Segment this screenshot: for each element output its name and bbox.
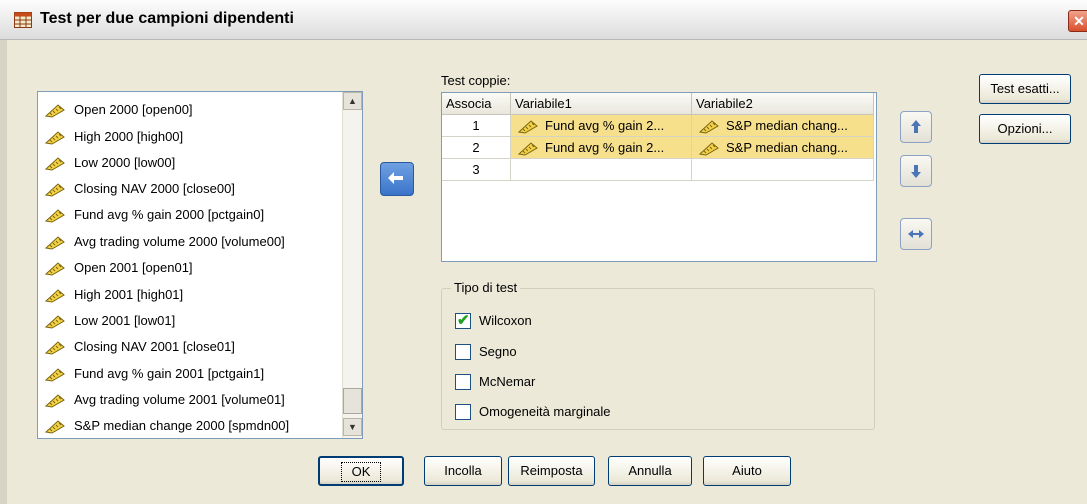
list-item-label: Low 2000 [low00] (74, 155, 176, 170)
list-item[interactable]: Low 2001 [low01] (44, 309, 175, 333)
cell-label: S&P median chang... (726, 140, 848, 155)
list-item[interactable]: S&P median change 2000 [spmdn00] (44, 414, 289, 438)
list-item-label: High 2001 [high01] (74, 287, 184, 302)
ruler-icon (44, 182, 65, 197)
ruler-icon (44, 103, 65, 118)
test-type-legend: Tipo di test (451, 280, 521, 295)
close-icon: ✕ (1073, 13, 1085, 29)
pair-number-cell[interactable]: 2 (442, 137, 511, 159)
ruler-icon (44, 367, 65, 382)
list-item-label: S&P median change 2000 [spmdn00] (74, 418, 290, 433)
list-item-label: Avg trading volume 2000 [volume00] (74, 234, 285, 249)
mcnemar-label[interactable]: McNemar (479, 374, 535, 389)
move-to-pairs-button[interactable] (380, 162, 414, 196)
ruler-icon (517, 119, 538, 134)
scroll-down-button[interactable]: ▼ (343, 418, 362, 436)
arrow-up-icon (911, 120, 921, 133)
pair-variable2-cell[interactable] (692, 159, 874, 181)
pair-variable1-cell[interactable]: Fund avg % gain 2... (511, 115, 692, 137)
wilcoxon-checkbox[interactable]: ✔ (455, 312, 471, 329)
ruler-icon (44, 235, 65, 250)
ruler-icon (698, 141, 719, 156)
close-button[interactable]: ✕ (1068, 10, 1087, 32)
ruler-icon (44, 208, 65, 223)
ruler-icon (517, 141, 538, 156)
list-item[interactable]: Fund avg % gain 2000 [pctgain0] (44, 203, 264, 227)
sign-label[interactable]: Segno (479, 344, 517, 359)
list-item[interactable]: High 2000 [high00] (44, 125, 183, 149)
checkmark-icon: ✔ (457, 312, 470, 329)
arrow-left-icon (388, 172, 403, 184)
list-item-label: Closing NAV 2001 [close01] (74, 339, 235, 354)
list-item[interactable]: Avg trading volume 2001 [volume01] (44, 388, 285, 412)
list-item-label: Low 2001 [low01] (74, 313, 176, 328)
list-item-label: Open 2000 [open00] (74, 102, 193, 117)
list-item-label: Avg trading volume 2001 [volume01] (74, 392, 285, 407)
cell-label: Fund avg % gain 2... (545, 140, 665, 155)
scroll-down-icon: ▼ (348, 422, 357, 432)
options-button[interactable]: Opzioni... (979, 114, 1071, 144)
title-bar: Test per due campioni dipendenti ✕ (0, 0, 1087, 40)
sign-checkbox[interactable] (455, 344, 471, 360)
list-item[interactable]: Fund avg % gain 2001 [pctgain1] (44, 362, 264, 386)
marginal-homogeneity-checkbox[interactable] (455, 404, 471, 420)
ruler-icon (44, 419, 65, 434)
ok-button[interactable]: OK (318, 456, 404, 486)
mcnemar-checkbox[interactable] (455, 374, 471, 390)
help-button[interactable]: Aiuto (703, 456, 791, 486)
arrow-down-icon (911, 165, 921, 178)
ruler-icon (44, 130, 65, 145)
ruler-icon (698, 119, 719, 134)
ruler-icon (44, 156, 65, 171)
column-header-pair[interactable]: Associa (442, 93, 511, 115)
paste-button[interactable]: Incolla (424, 456, 502, 486)
list-item[interactable]: High 2001 [high01] (44, 283, 183, 307)
move-down-button[interactable] (900, 155, 932, 187)
pair-variable2-cell[interactable]: S&P median chang... (692, 115, 874, 137)
column-header-variable1[interactable]: Variabile1 (511, 93, 692, 115)
ok-button-label: OK (340, 462, 382, 482)
wilcoxon-label[interactable]: Wilcoxon (479, 313, 532, 328)
pairs-label: Test coppie: (441, 73, 511, 88)
list-item[interactable]: Low 2000 [low00] (44, 151, 175, 175)
cell-label: S&P median chang... (726, 118, 848, 133)
ruler-icon (44, 314, 65, 329)
pair-number-cell[interactable]: 3 (442, 159, 511, 181)
reset-button[interactable]: Reimposta (508, 456, 595, 486)
cell-label: Fund avg % gain 2... (545, 118, 665, 133)
ruler-icon (44, 261, 65, 276)
dialog-app-icon (14, 12, 32, 28)
list-item-label: Open 2001 [open01] (74, 260, 193, 275)
list-item[interactable]: Avg trading volume 2000 [volume00] (44, 230, 285, 254)
list-item[interactable]: Closing NAV 2000 [close00] (44, 177, 235, 201)
pair-variable2-cell[interactable]: S&P median chang... (692, 137, 874, 159)
scroll-up-button[interactable]: ▲ (343, 92, 362, 110)
list-item[interactable]: Open 2000 [open00] (44, 98, 193, 122)
marginal-homogeneity-label[interactable]: Omogeneità marginale (479, 404, 611, 419)
scroll-up-icon: ▲ (348, 96, 357, 106)
dialog-title: Test per due campioni dipendenti (40, 10, 294, 27)
ruler-icon (44, 393, 65, 408)
pair-variable1-cell[interactable] (511, 159, 692, 181)
swap-variables-button[interactable] (900, 218, 932, 250)
source-list-scrollbar[interactable]: ▲ ▼ (342, 92, 362, 438)
swap-icon (908, 230, 924, 238)
list-item-label: Fund avg % gain 2000 [pctgain0] (74, 207, 265, 222)
pair-variable1-cell[interactable]: Fund avg % gain 2... (511, 137, 692, 159)
list-item-label: Closing NAV 2000 [close00] (74, 181, 235, 196)
cancel-button[interactable]: Annulla (608, 456, 692, 486)
list-item-label: Fund avg % gain 2001 [pctgain1] (74, 366, 265, 381)
move-up-button[interactable] (900, 111, 932, 143)
ruler-icon (44, 340, 65, 355)
list-item-label: High 2000 [high00] (74, 129, 184, 144)
list-item[interactable]: Open 2001 [open01] (44, 256, 193, 280)
ruler-icon (44, 288, 65, 303)
pair-number-cell[interactable]: 1 (442, 115, 511, 137)
test-pairs-table[interactable]: Associa Variabile1 Variabile2 1 Fund avg… (441, 92, 877, 262)
source-variable-list[interactable]: Open 2000 [open00] High 2000 [high00] Lo… (37, 91, 363, 439)
list-item[interactable]: Closing NAV 2001 [close01] (44, 335, 235, 359)
exact-tests-button[interactable]: Test esatti... (979, 74, 1071, 104)
column-header-variable2[interactable]: Variabile2 (692, 93, 874, 115)
scroll-thumb[interactable] (343, 388, 362, 414)
